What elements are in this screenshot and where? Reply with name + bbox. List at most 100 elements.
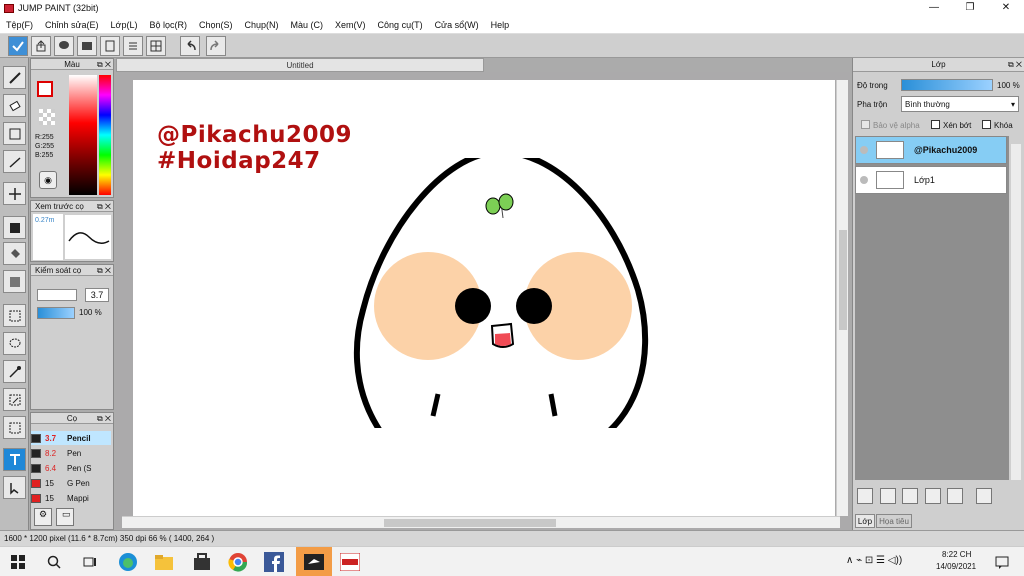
edge-app[interactable] <box>116 550 140 574</box>
new-layer-8bit-button[interactable] <box>879 488 896 504</box>
color-shade-picker[interactable] <box>69 75 97 195</box>
blend-mode-select[interactable]: Bình thường ▾ <box>901 96 1019 112</box>
grid-button[interactable] <box>146 36 166 56</box>
menu-capture[interactable]: Chụp(N) <box>239 20 285 30</box>
bucket-tool[interactable] <box>3 242 26 265</box>
maximize-button[interactable]: ❐ <box>952 0 988 16</box>
close-button[interactable]: ✕ <box>988 0 1024 16</box>
redo-button[interactable] <box>206 36 226 56</box>
menu-edit[interactable]: Chỉnh sửa(E) <box>39 20 105 30</box>
panel-controls[interactable]: ⧉ ✕ <box>97 413 111 424</box>
rectangle-tool[interactable] <box>3 122 26 145</box>
palette-button[interactable]: ◉ <box>39 171 57 189</box>
size-slider[interactable] <box>37 289 77 301</box>
line-tool[interactable] <box>3 150 26 173</box>
duplicate-layer-button[interactable] <box>975 488 992 504</box>
menu-tools[interactable]: Công cụ(T) <box>372 20 429 30</box>
menu-layer[interactable]: Lớp(L) <box>105 20 144 30</box>
facebook-app[interactable] <box>262 550 286 574</box>
list-icon <box>129 42 137 50</box>
opacity-slider[interactable] <box>37 307 75 319</box>
move-icon <box>8 187 21 200</box>
text-tool[interactable] <box>3 448 26 471</box>
protect-alpha-checkbox[interactable] <box>861 120 870 129</box>
undo-button[interactable] <box>180 36 200 56</box>
clock-time[interactable]: 8:22 CH <box>942 550 971 559</box>
comment-button[interactable] <box>54 36 74 56</box>
chrome-app[interactable] <box>226 550 250 574</box>
new-brush-button[interactable]: ▭ <box>56 508 74 526</box>
panel-controls[interactable]: ⧉ ✕ <box>97 59 111 70</box>
lasso-tool[interactable] <box>3 332 26 355</box>
select-eraser-tool[interactable] <box>3 416 26 439</box>
panel-controls[interactable]: ⧉ ✕ <box>1008 58 1022 72</box>
menu-help[interactable]: Help <box>485 20 516 30</box>
page-button[interactable] <box>100 36 120 56</box>
task-view-button[interactable] <box>78 550 102 574</box>
menu-window[interactable]: Cửa sổ(W) <box>429 20 485 30</box>
layer-scrollbar[interactable] <box>1011 144 1021 480</box>
panel-controls[interactable]: ⧉ ✕ <box>97 201 111 212</box>
store-app[interactable] <box>190 550 214 574</box>
halftone-layer-button[interactable] <box>924 488 941 504</box>
document-tab[interactable]: Untitled <box>116 58 484 72</box>
brush-item-pencil[interactable]: 3.7 Pencil <box>31 431 111 445</box>
layer-opacity-slider[interactable] <box>901 79 993 91</box>
panel-controls[interactable]: ⧉ ✕ <box>97 265 111 276</box>
brush-settings-button[interactable]: ⚙ <box>34 508 52 526</box>
clip-checkbox[interactable] <box>931 120 940 129</box>
minimize-button[interactable]: — <box>916 0 952 16</box>
tray-icons[interactable]: ∧ ⌁ ⊡ ☰ ◁)) <box>846 555 902 566</box>
message-button[interactable] <box>77 36 97 56</box>
brush-item-pen-s[interactable]: 6.4 Pen (S <box>31 461 111 475</box>
search-button[interactable] <box>42 550 66 574</box>
fill-rect-tool[interactable] <box>3 216 26 239</box>
notification-button[interactable] <box>990 550 1014 574</box>
drawing-canvas[interactable]: @Pikachu2009 #Hoidap247 <box>133 80 835 516</box>
magic-wand-tool[interactable] <box>3 360 26 383</box>
select-pen-tool[interactable] <box>3 388 26 411</box>
file-explorer-app[interactable] <box>152 550 176 574</box>
brush-stroke-preview <box>65 215 111 259</box>
red-value: R:255 <box>35 134 54 141</box>
share-button[interactable] <box>31 36 51 56</box>
jump-paint-app[interactable] <box>338 550 362 574</box>
menu-filter[interactable]: Bộ lọc(R) <box>143 20 193 30</box>
menu-view[interactable]: Xem(V) <box>329 20 372 30</box>
transparent-color[interactable] <box>39 109 55 125</box>
bird-app[interactable] <box>296 547 332 576</box>
vertical-scrollbar[interactable] <box>836 80 848 516</box>
lock-checkbox[interactable] <box>982 120 991 129</box>
foreground-color[interactable] <box>37 81 53 97</box>
size-value-input[interactable]: 3.7 <box>85 288 109 302</box>
operation-tool[interactable] <box>3 476 26 499</box>
start-button[interactable] <box>6 550 30 574</box>
select-rect-tool[interactable] <box>3 304 26 327</box>
visibility-icon[interactable] <box>860 146 868 154</box>
brush-tool[interactable] <box>3 66 26 89</box>
brush-item-mapping[interactable]: 15 Mappi <box>31 491 111 505</box>
visibility-icon[interactable] <box>860 176 868 184</box>
layer-row-layer1[interactable]: Lớp1 <box>855 166 1007 194</box>
clock-date[interactable]: 14/09/2021 <box>936 562 976 571</box>
list-button[interactable] <box>123 36 143 56</box>
menu-file[interactable]: Tệp(F) <box>0 20 39 30</box>
menu-color[interactable]: Màu (C) <box>285 20 330 30</box>
cloud-sync-button[interactable] <box>8 36 28 56</box>
horizontal-scrollbar[interactable] <box>122 516 840 528</box>
brush-item-pen[interactable]: 8.2 Pen <box>31 446 111 460</box>
eraser-tool[interactable] <box>3 94 26 117</box>
tab-layer[interactable]: Lớp <box>855 514 875 528</box>
new-layer-1bit-button[interactable] <box>902 488 919 504</box>
horizontal-scroll-thumb[interactable] <box>384 519 556 527</box>
layer-row-pikachu[interactable]: @Pikachu2009 <box>855 136 1007 164</box>
move-tool[interactable] <box>3 182 26 205</box>
vertical-scroll-thumb[interactable] <box>839 230 847 330</box>
menu-select[interactable]: Chọn(S) <box>193 20 239 30</box>
folder-icon[interactable] <box>947 488 964 504</box>
hue-slider[interactable] <box>99 75 111 195</box>
gradient-tool[interactable] <box>3 270 26 293</box>
tab-pattern[interactable]: Họa tiêu <box>876 514 912 528</box>
brush-item-g-pen[interactable]: 15 G Pen <box>31 476 111 490</box>
new-layer-button[interactable] <box>857 488 873 504</box>
